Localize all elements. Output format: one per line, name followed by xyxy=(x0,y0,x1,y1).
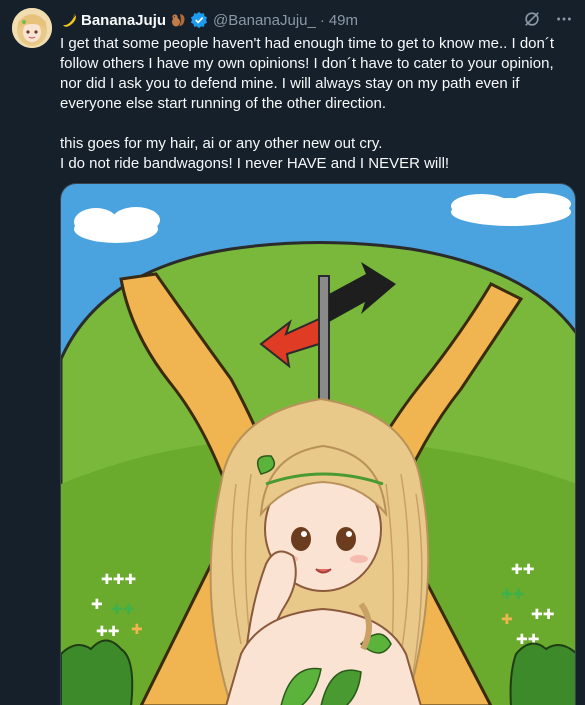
more-icon[interactable] xyxy=(555,10,573,28)
svg-text:✚: ✚ xyxy=(131,622,143,638)
squirrel-icon xyxy=(172,14,185,27)
tweet-media[interactable]: ✚✚✚ ✚ ✚✚ ✚✚ ✚ ✚✚ ✚✚ ✚✚ ✚ ✚✚ xyxy=(60,183,576,705)
svg-text:✚✚: ✚✚ xyxy=(111,602,134,618)
handle[interactable]: @BananaJuju_ xyxy=(213,12,316,29)
separator-dot: · xyxy=(319,11,325,29)
tweet-text-line: everyone else start running of the other… xyxy=(60,95,387,112)
svg-text:✚✚: ✚✚ xyxy=(531,607,554,623)
svg-text:✚✚: ✚✚ xyxy=(501,587,524,603)
illustration-image: ✚✚✚ ✚ ✚✚ ✚✚ ✚ ✚✚ ✚✚ ✚✚ ✚ ✚✚ xyxy=(61,184,575,705)
banana-icon xyxy=(63,13,76,27)
tweet-text-line: follow others I have my own opinions! I … xyxy=(60,55,554,72)
svg-text:✚✚: ✚✚ xyxy=(96,624,119,640)
header-actions xyxy=(523,10,573,28)
tweet-header: BananaJuju @BananaJuju_ · 49m xyxy=(60,10,573,30)
avatar[interactable] xyxy=(12,8,52,48)
grok-icon[interactable] xyxy=(523,10,541,28)
tweet-text: I get that some people haven't had enoug… xyxy=(60,34,575,174)
cloud-left xyxy=(74,207,160,243)
svg-text:✚✚: ✚✚ xyxy=(511,562,534,578)
tweet-text-line: this goes for my hair, ai or any other n… xyxy=(60,135,383,152)
tweet-text-line: nor did I ask you to defend mine. I will… xyxy=(60,75,520,92)
timestamp[interactable]: 49m xyxy=(329,12,358,29)
svg-text:✚✚✚: ✚✚✚ xyxy=(101,572,136,588)
avatar-image xyxy=(12,8,52,48)
tweet-text-line: I do not ride bandwagons! I never HAVE a… xyxy=(60,155,450,172)
svg-text:✚: ✚ xyxy=(501,612,513,628)
svg-text:✚: ✚ xyxy=(91,597,103,613)
display-name[interactable]: BananaJuju xyxy=(81,12,166,29)
tweet-text-line: I get that some people haven't had enoug… xyxy=(60,35,555,52)
verified-badge-icon[interactable] xyxy=(190,11,208,29)
